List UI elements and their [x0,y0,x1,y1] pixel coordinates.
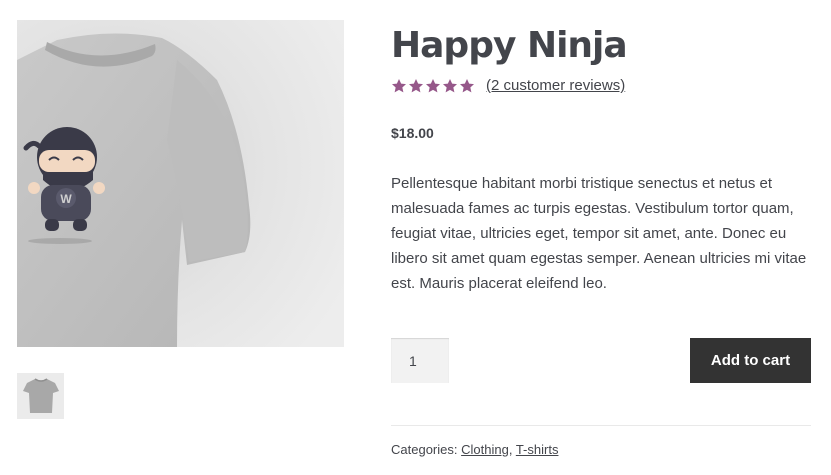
star-icon [443,79,457,93]
tshirt-thumbnail-icon [17,373,64,419]
product-title: Happy Ninja [391,25,628,66]
star-rating [391,78,475,94]
star-icon [426,79,440,93]
star-icon [392,79,406,93]
tshirt-image: W [17,20,344,347]
category-separator: , [508,442,513,457]
product-meta: Categories: Clothing, T-shirts [391,441,558,459]
category-link-clothing[interactable]: Clothing [461,442,509,457]
product-description: Pellentesque habitant morbi tristique se… [391,175,807,292]
product-rating: (2 customer reviews) [391,76,625,96]
add-to-cart-button[interactable]: Add to cart [690,338,811,383]
product-price: $18.00 [391,125,434,141]
product-main-image[interactable]: W [17,20,344,347]
star-icon [460,79,474,93]
customer-reviews-link[interactable]: (2 customer reviews) [486,76,625,96]
product-thumbnail[interactable] [17,373,64,419]
divider [391,425,811,426]
star-icon [409,79,423,93]
category-link-tshirts[interactable]: T-shirts [516,442,559,457]
quantity-input[interactable] [391,338,449,383]
categories-label: Categories: [391,442,458,457]
svg-text:W: W [60,192,72,206]
